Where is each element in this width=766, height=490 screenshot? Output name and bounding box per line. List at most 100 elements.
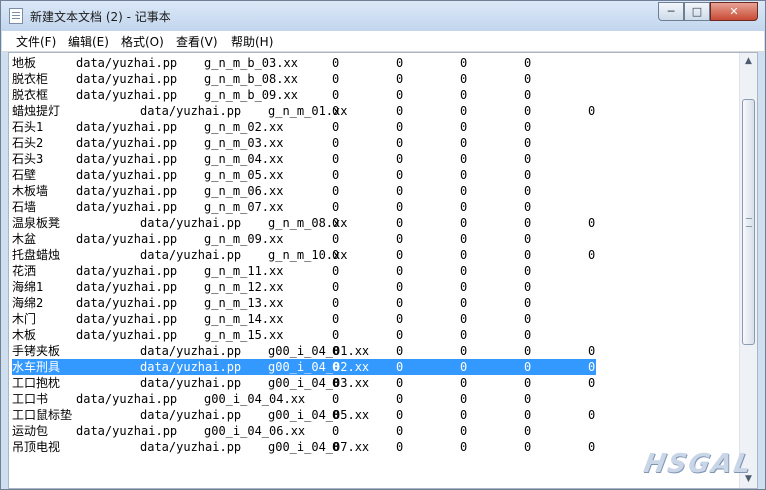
line-path: data/yuzhai.pp (76, 120, 178, 134)
close-button[interactable]: ✕ (710, 2, 758, 21)
maximize-button[interactable]: □ (684, 2, 710, 21)
text-line[interactable]: 海绵1 data/yuzhai.pp g_n_m_12.xx 0 0 0 0 (12, 279, 740, 295)
line-value: 0 (396, 344, 404, 358)
line-value: 0 (460, 312, 468, 326)
line-value: 0 (524, 72, 532, 86)
line-value: 0 (460, 136, 468, 150)
text-editor[interactable]: 地板 data/yuzhai.pp g_n_m_b_03.xx 0 0 0 0 脱衣柜 data… (8, 52, 758, 489)
text-line[interactable]: 脱衣柜 data/yuzhai.pp g_n_m_b_08.xx 0 0 0 0 (12, 71, 740, 87)
text-line[interactable]: 海绵2 data/yuzhai.pp g_n_m_13.xx 0 0 0 0 (12, 295, 740, 311)
text-line[interactable]: 木盆 data/yuzhai.pp g_n_m_09.xx 0 0 0 0 (12, 231, 740, 247)
line-path: data/yuzhai.pp (140, 248, 242, 262)
text-line[interactable]: 花洒 data/yuzhai.pp g_n_m_11.xx 0 0 0 0 (12, 263, 740, 279)
text-line[interactable]: 温泉板凳 data/yuzhai.pp g_n_m_08.xx 0 0 0 0 0 (12, 215, 740, 231)
line-path: data/yuzhai.pp (76, 168, 178, 182)
line-value: 0 (524, 168, 532, 182)
line-value: 0 (396, 104, 404, 118)
line-value: 0 (460, 184, 468, 198)
line-value: 0 (396, 280, 404, 294)
text-line[interactable]: 脱衣框 data/yuzhai.pp g_n_m_b_09.xx 0 0 0 0 (12, 87, 740, 103)
line-value: 0 (332, 360, 340, 374)
text-line[interactable]: 蜡烛提灯 data/yuzhai.pp g_n_m_01.xx 0 0 0 0 0 (12, 103, 740, 119)
line-value: 0 (524, 312, 532, 326)
scrollbar-grip-icon (746, 218, 752, 227)
line-value: 0 (588, 440, 596, 454)
line-value: 0 (524, 152, 532, 166)
text-line[interactable]: 工口抱枕 data/yuzhai.pp g00_i_04_03.xx 0 0 0 0 0 (12, 375, 740, 391)
line-value: 0 (396, 200, 404, 214)
text-line[interactable]: 木门 data/yuzhai.pp g_n_m_14.xx 0 0 0 0 (12, 311, 740, 327)
text-line[interactable]: 石壁 data/yuzhai.pp g_n_m_05.xx 0 0 0 0 (12, 167, 740, 183)
line-path: data/yuzhai.pp (76, 392, 178, 406)
text-line[interactable]: 石墙 data/yuzhai.pp g_n_m_07.xx 0 0 0 0 (12, 199, 740, 215)
line-name: 水车刑具 (12, 360, 61, 374)
scroll-up-arrow-icon[interactable]: ▲ (741, 54, 756, 69)
menu-file[interactable]: 文件(F) (16, 33, 56, 50)
line-value: 0 (332, 72, 340, 86)
text-line[interactable]: 地板 data/yuzhai.pp g_n_m_b_03.xx 0 0 0 0 (12, 55, 740, 71)
line-code: g00_i_04_07.xx (268, 440, 370, 454)
line-code: g00_i_04_02.xx (268, 360, 370, 374)
line-value: 0 (332, 200, 340, 214)
line-name: 木门 (12, 312, 37, 326)
text-line[interactable]: 手铐夹板 data/yuzhai.pp g00_i_04_01.xx 0 0 0 0 0 (12, 343, 740, 359)
line-value: 0 (396, 440, 404, 454)
line-value: 0 (460, 360, 468, 374)
text-line[interactable]: 工口书 data/yuzhai.pp g00_i_04_04.xx 0 0 0 0 (12, 391, 740, 407)
text-line[interactable]: 木板墙 data/yuzhai.pp g_n_m_06.xx 0 0 0 0 (12, 183, 740, 199)
line-value: 0 (460, 424, 468, 438)
text-content[interactable]: 地板 data/yuzhai.pp g_n_m_b_03.xx 0 0 0 0 脱衣柜 data… (12, 55, 740, 455)
text-line[interactable]: 石头1 data/yuzhai.pp g_n_m_02.xx 0 0 0 0 (12, 119, 740, 135)
minimize-button[interactable]: ─ (658, 2, 684, 21)
line-value: 0 (588, 376, 596, 390)
line-code: g00_i_04_01.xx (268, 344, 370, 358)
scrollbar-thumb[interactable] (742, 99, 755, 345)
line-value: 0 (460, 264, 468, 278)
line-code: g_n_m_b_09.xx (204, 88, 298, 102)
line-value: 0 (396, 216, 404, 230)
text-line[interactable]: 石头2 data/yuzhai.pp g_n_m_03.xx 0 0 0 0 (12, 135, 740, 151)
text-line[interactable]: 托盘蜡烛 data/yuzhai.pp g_n_m_10.xx 0 0 0 0 0 (12, 247, 740, 263)
line-path: data/yuzhai.pp (76, 312, 178, 326)
menu-view[interactable]: 查看(V) (176, 33, 218, 50)
line-value: 0 (396, 376, 404, 390)
line-value: 0 (332, 440, 340, 454)
text-line[interactable]: 石头3 data/yuzhai.pp g_n_m_04.xx 0 0 0 0 (12, 151, 740, 167)
menu-edit[interactable]: 编辑(E) (68, 33, 109, 50)
line-path: data/yuzhai.pp (76, 328, 178, 342)
line-value: 0 (460, 344, 468, 358)
line-code: g_n_m_b_08.xx (204, 72, 298, 86)
line-value: 0 (588, 344, 596, 358)
line-name: 石头1 (12, 120, 44, 134)
line-value: 0 (460, 216, 468, 230)
line-value: 0 (460, 248, 468, 262)
notepad-window: 新建文本文档 (2) - 记事本 ─ □ ✕ 文件(F) 编辑(E) 格式(O)… (0, 0, 766, 490)
line-name: 工口鼠标垫 (12, 408, 73, 422)
line-value: 0 (332, 280, 340, 294)
line-name: 海绵1 (12, 280, 44, 294)
line-value: 0 (460, 56, 468, 70)
watermark-text: HSGAL (641, 449, 756, 479)
line-name: 吊顶电视 (12, 440, 61, 454)
line-value: 0 (332, 152, 340, 166)
menu-help[interactable]: 帮助(H) (231, 33, 273, 50)
text-line[interactable]: 工口鼠标垫 data/yuzhai.pp g00_i_04_05.xx 0 0 0 0 0 (12, 407, 740, 423)
menu-format[interactable]: 格式(O) (121, 33, 164, 50)
text-line[interactable]: 木板 data/yuzhai.pp g_n_m_15.xx 0 0 0 0 (12, 327, 740, 343)
title-bar[interactable]: 新建文本文档 (2) - 记事本 ─ □ ✕ (1, 1, 765, 31)
line-code: g_n_m_b_03.xx (204, 56, 298, 70)
line-path: data/yuzhai.pp (76, 136, 178, 150)
line-value: 0 (332, 424, 340, 438)
line-name: 地板 (12, 56, 37, 70)
text-line-selected[interactable]: 水车刑具 data/yuzhai.pp g00_i_04_02.xx 0 0 0 0 0 (12, 359, 596, 375)
line-value: 0 (588, 104, 596, 118)
line-path: data/yuzhai.pp (76, 184, 178, 198)
line-path: data/yuzhai.pp (76, 296, 178, 310)
line-name: 石墙 (12, 200, 37, 214)
line-path: data/yuzhai.pp (76, 280, 178, 294)
notepad-icon[interactable] (9, 8, 23, 24)
line-name: 手铐夹板 (12, 344, 61, 358)
line-name: 花洒 (12, 264, 37, 278)
line-name: 温泉板凳 (12, 216, 61, 230)
vertical-scrollbar[interactable]: ▲ ▼ (739, 53, 757, 488)
